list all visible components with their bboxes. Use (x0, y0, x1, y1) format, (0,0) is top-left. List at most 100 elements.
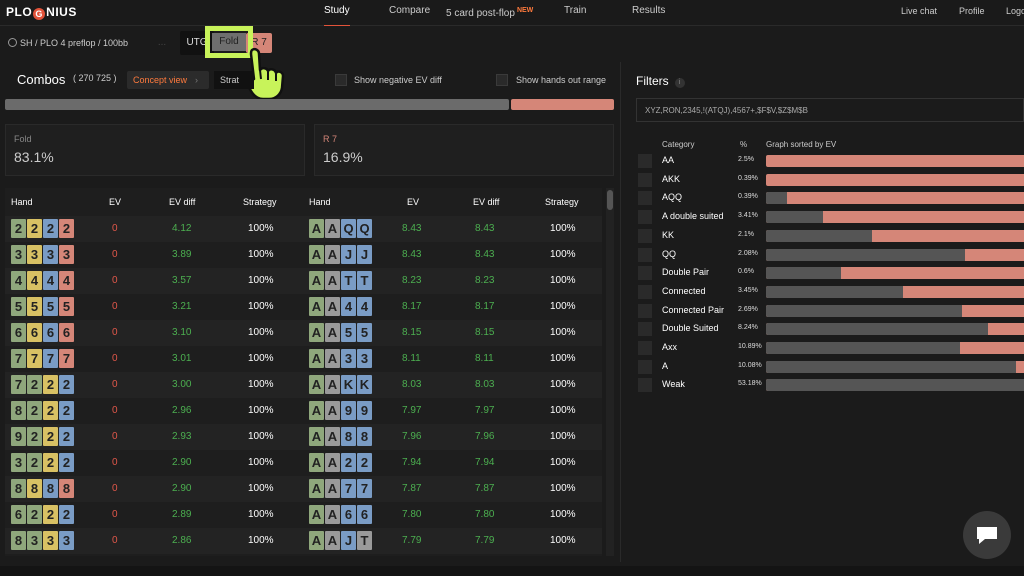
category-bar-fold (766, 211, 823, 224)
category-row[interactable]: QQ 2.08% (638, 246, 1024, 264)
live-chat-link[interactable]: Live chat (901, 0, 937, 22)
nav-results[interactable]: Results (632, 0, 665, 26)
category-checkbox[interactable] (638, 378, 652, 393)
category-bar-fold (766, 360, 1017, 373)
table-row[interactable]: 3 2 2 2 0 2.90 100% A A 2 2 7.94 7.94 100% (5, 450, 602, 476)
table-row[interactable]: 9 2 2 2 0 2.93 100% A A 8 8 7.96 7.96 100% (5, 424, 602, 450)
category-bar (766, 173, 1024, 186)
hands-out-range-checkbox[interactable] (496, 74, 508, 86)
playing-card: A (309, 349, 324, 368)
category-checkbox[interactable] (638, 284, 652, 299)
ev-diff-value: 8.03 (475, 379, 495, 390)
profile-link[interactable]: Profile (959, 0, 985, 22)
category-checkbox[interactable] (638, 228, 652, 243)
category-checkbox[interactable] (638, 303, 652, 318)
brand-logo[interactable]: PLO G NIUS (6, 5, 77, 20)
header-ev-left[interactable]: EV (109, 197, 121, 207)
playing-card: 8 (11, 401, 26, 420)
playing-card: A (309, 323, 324, 342)
playing-card: A (325, 245, 340, 264)
category-row[interactable]: A double suited 3.41% (638, 208, 1024, 226)
category-checkbox[interactable] (638, 341, 652, 355)
table-row[interactable]: 7 7 7 7 0 3.01 100% A A 3 3 8.11 8.11 100% (5, 346, 602, 372)
playing-card: Q (341, 219, 356, 238)
category-checkbox[interactable] (638, 322, 652, 337)
info-icon[interactable]: i (674, 78, 685, 88)
header-evdiff-right[interactable]: EV diff (473, 197, 499, 207)
category-row[interactable]: A 10.08% (638, 358, 1024, 376)
table-row[interactable]: 7 2 2 2 0 3.00 100% A A K K 8.03 8.03 100% (5, 372, 602, 398)
category-bar (766, 267, 1024, 280)
fold-stat-card[interactable]: Fold 83.1% (5, 124, 305, 176)
category-row[interactable]: Connected 3.45% (638, 283, 1024, 301)
category-checkbox[interactable] (638, 154, 652, 168)
nav-study[interactable]: Study (324, 0, 350, 26)
raise-stat-card[interactable]: R 7 16.9% (314, 124, 614, 176)
category-bar-fold (766, 285, 903, 298)
nav-compare[interactable]: Compare (389, 0, 430, 26)
ev-value: 7.96 (402, 431, 422, 442)
category-row[interactable]: AA 2.5% (638, 152, 1024, 170)
negative-ev-checkbox[interactable] (335, 74, 347, 86)
category-row[interactable]: Double Suited 8.24% (638, 320, 1024, 338)
table-row[interactable]: 6 2 2 2 0 2.89 100% A A 6 6 7.80 7.80 100% (5, 502, 602, 528)
playing-card: 8 (43, 479, 58, 498)
header-ev-right[interactable]: EV (407, 197, 419, 207)
category-checkbox[interactable] (638, 172, 652, 187)
hand-cards: 2222 (11, 219, 74, 239)
category-name: KK (662, 229, 675, 240)
playing-card: Q (357, 219, 372, 238)
category-bar (766, 192, 1024, 205)
category-bar (766, 323, 1024, 336)
header-strategy-right[interactable]: Strategy (545, 197, 579, 207)
playing-card: 6 (11, 323, 26, 342)
table-scrollbar[interactable] (606, 188, 614, 556)
concept-view-button[interactable]: Concept view › (127, 71, 209, 89)
strategy-view-button[interactable]: Strat (214, 71, 254, 89)
scrollbar-thumb[interactable] (607, 190, 613, 210)
category-checkbox[interactable] (638, 210, 652, 225)
strategy-value: 100% (550, 457, 576, 468)
position-previous[interactable]: ... (148, 31, 176, 55)
table-row[interactable]: 3 3 3 3 0 3.89 100% A A J J 8.43 8.43 100% (5, 242, 602, 268)
playing-card: 3 (11, 245, 26, 264)
chat-button[interactable] (963, 511, 1011, 559)
header-strategy-left[interactable]: Strategy (243, 197, 277, 207)
category-checkbox[interactable] (638, 191, 652, 206)
category-row[interactable]: Axx 10.89% (638, 339, 1024, 357)
category-checkbox[interactable] (638, 247, 652, 262)
category-row[interactable]: AQQ 0.39% (638, 189, 1024, 207)
table-row[interactable]: 4 4 4 4 0 3.57 100% A A T T 8.23 8.23 100% (5, 268, 602, 294)
category-checkbox[interactable] (638, 359, 652, 374)
table-row[interactable]: 6 6 6 6 0 3.10 100% A A 5 5 8.15 8.15 100% (5, 320, 602, 346)
table-row[interactable]: 5 5 5 5 0 3.21 100% A A 4 4 8.17 8.17 100% (5, 294, 602, 320)
ev-value: 0 (112, 353, 118, 364)
header-hand-right[interactable]: Hand (309, 197, 331, 207)
nav-postflop[interactable]: 5 card post-flop NEW (446, 0, 533, 26)
category-row[interactable]: Weak 53.18% (638, 376, 1024, 394)
logout-link[interactable]: Logo (1006, 0, 1024, 22)
table-row[interactable]: 8 3 3 3 0 2.86 100% A A J T 7.79 7.79 100% (5, 528, 602, 554)
table-row[interactable]: 8 2 2 2 0 2.96 100% A A 9 9 7.97 7.97 100% (5, 398, 602, 424)
raise-frequency-bar[interactable] (511, 99, 614, 110)
nav-train[interactable]: Train (564, 0, 586, 26)
category-row[interactable]: AKK 0.39% (638, 171, 1024, 189)
hand-cards: AA55 (309, 323, 372, 343)
category-row[interactable]: Connected Pair 2.69% (638, 302, 1024, 320)
category-row[interactable]: KK 2.1% (638, 227, 1024, 245)
category-name: QQ (662, 248, 677, 259)
header-hand-left[interactable]: Hand (11, 197, 33, 207)
header-evdiff-left[interactable]: EV diff (169, 197, 195, 207)
playing-card: 9 (11, 427, 26, 446)
category-checkbox[interactable] (638, 266, 652, 281)
breadcrumb[interactable]: SH / PLO 4 preflop / 100bb (8, 38, 128, 48)
table-row[interactable]: 8 8 8 8 0 2.90 100% A A 7 7 7.87 7.87 100% (5, 476, 602, 502)
fold-frequency-bar[interactable] (5, 99, 509, 110)
playing-card: K (341, 375, 356, 394)
category-name: A double suited (662, 211, 724, 222)
filter-input[interactable] (636, 98, 1024, 122)
category-bar (766, 248, 1024, 261)
category-bar (766, 304, 1024, 317)
table-row[interactable]: 2 2 2 2 0 4.12 100% A A Q Q 8.43 8.43 100% (5, 216, 602, 242)
category-row[interactable]: Double Pair 0.6% (638, 264, 1024, 282)
